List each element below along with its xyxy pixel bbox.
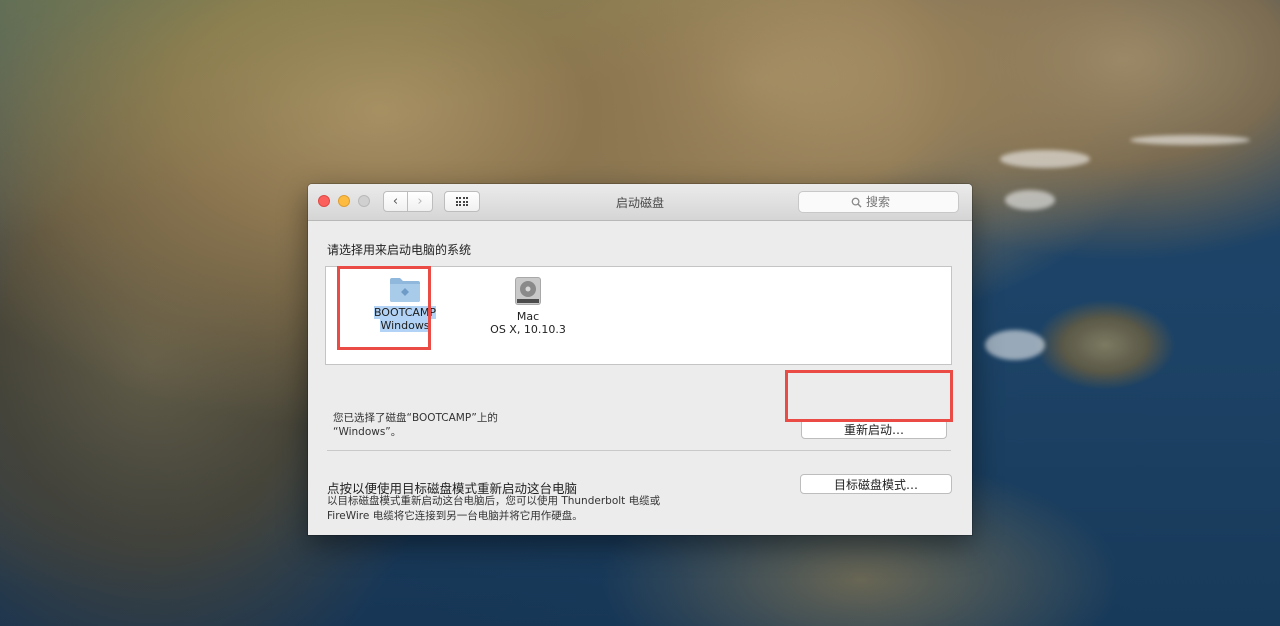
disk-item-bootcamp[interactable]: BOOTCAMP Windows — [360, 275, 450, 333]
divider — [327, 450, 951, 451]
target-desc-line-2: FireWire 电缆将它连接到另一台电脑并将它用作硬盘。 — [327, 510, 583, 522]
hard-drive-icon — [515, 277, 541, 305]
selected-line-2: “Windows”。 — [333, 426, 402, 438]
disk-label: BOOTCAMP Windows — [373, 306, 437, 332]
system-preferences-window: ‹ › 启动磁盘 请选择用来启动电脑 — [308, 184, 972, 535]
disk-os: Windows — [380, 319, 430, 332]
restart-button[interactable]: 重新启动… — [801, 419, 947, 439]
search-input[interactable] — [866, 195, 906, 209]
disk-label: Mac OS X, 10.10.3 — [490, 310, 566, 336]
wallpaper-surf — [1000, 150, 1090, 168]
disk-item-mac[interactable]: Mac OS X, 10.10.3 — [483, 275, 573, 337]
search-field[interactable] — [798, 191, 959, 213]
wallpaper-surf — [1130, 135, 1250, 145]
wallpaper-surf — [1005, 190, 1055, 210]
startup-prompt: 请选择用来启动电脑的系统 — [327, 243, 472, 257]
disk-name: BOOTCAMP — [373, 306, 437, 319]
desktop-wallpaper: ‹ › 启动磁盘 请选择用来启动电脑 — [0, 0, 1280, 626]
selected-disk-text: 您已选择了磁盘“BOOTCAMP”上的 “Windows”。 — [333, 411, 498, 439]
search-icon — [851, 197, 862, 208]
selected-line-1: 您已选择了磁盘“BOOTCAMP”上的 — [333, 412, 498, 424]
wallpaper-surf — [985, 330, 1045, 360]
disk-os: OS X, 10.10.3 — [490, 323, 566, 336]
title-bar[interactable]: ‹ › 启动磁盘 — [308, 184, 972, 221]
disk-list: BOOTCAMP Windows Mac OS X, 10.10.3 — [325, 266, 952, 365]
target-mode-description: 以目标磁盘模式重新启动这台电脑后，您可以使用 Thunderbolt 电缆或 F… — [327, 494, 660, 524]
disk-name: Mac — [516, 310, 540, 323]
bootcamp-folder-icon — [390, 278, 420, 302]
target-disk-mode-button[interactable]: 目标磁盘模式… — [800, 474, 952, 494]
target-desc-line-1: 以目标磁盘模式重新启动这台电脑后，您可以使用 Thunderbolt 电缆或 — [327, 495, 661, 507]
